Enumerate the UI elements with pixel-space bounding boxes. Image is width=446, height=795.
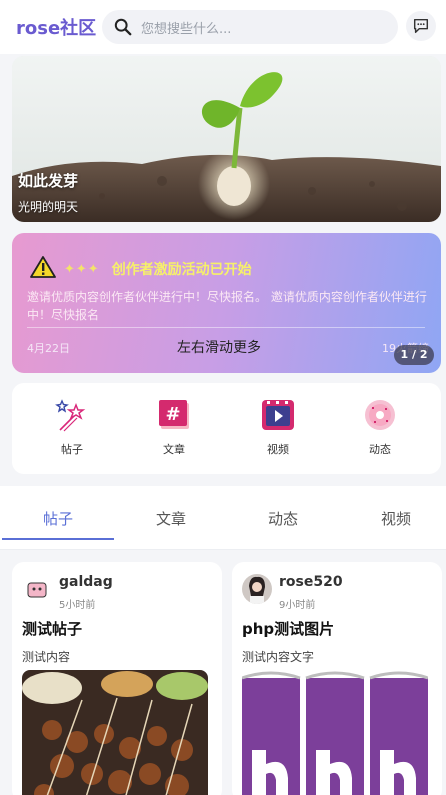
search-bar[interactable]: 您想搜些什么...	[102, 10, 398, 44]
notice-header: ✦✦✦ 创作者激励活动已开始	[30, 255, 252, 283]
sparkles-icon: ✦✦✦	[64, 261, 100, 277]
swipe-hint: 左右滑动更多	[177, 340, 261, 356]
message-icon	[413, 18, 429, 34]
notice-carousel[interactable]: ✦✦✦ 创作者激励活动已开始 邀请优质内容创作者伙伴进行中！尽快报名。 邀请优质…	[12, 233, 441, 373]
quick-nav-articles[interactable]: # 文章	[134, 397, 214, 457]
post-content: 测试内容	[22, 650, 71, 664]
notice-body: 邀请优质内容创作者伙伴进行中！尽快报名。 邀请优质内容创作者伙伴进行中！尽快报名	[27, 290, 427, 321]
post-image[interactable]	[242, 670, 428, 795]
stars-wand-icon	[55, 399, 86, 432]
notice-date: 4月22日	[27, 342, 70, 355]
svg-text:#: #	[165, 404, 180, 425]
app-logo[interactable]: rose社区	[16, 14, 102, 40]
post-title[interactable]: php测试图片	[242, 618, 334, 639]
post-time: 9小时前	[279, 600, 316, 611]
post-author[interactable]: galdag	[59, 574, 113, 590]
post-card[interactable]: rose520 9小时前 php测试图片 测试内容文字	[232, 562, 442, 795]
post-title[interactable]: 测试帖子	[22, 618, 82, 639]
hashtag-icon: #	[159, 400, 189, 429]
video-play-icon	[262, 400, 294, 430]
quick-nav-label: 文章	[163, 443, 185, 456]
quick-nav-posts[interactable]: 帖子	[32, 397, 112, 457]
tab-articles[interactable]: 文章	[121, 508, 221, 529]
page-indicator: 1 / 2	[394, 345, 434, 365]
top-header: rose社区 您想搜些什么...	[0, 0, 446, 54]
quick-nav: 帖子 # 文章 视频 动态	[12, 383, 441, 474]
quick-nav-label: 帖子	[61, 443, 83, 456]
notice-title: 创作者激励活动已开始	[111, 262, 252, 278]
divider	[0, 549, 446, 550]
message-button[interactable]	[406, 11, 436, 41]
tab-moments[interactable]: 动态	[233, 508, 333, 529]
active-tab-indicator	[2, 538, 114, 540]
quick-nav-videos[interactable]: 视频	[238, 397, 318, 457]
content-tabs: 帖子 文章 动态 视频	[0, 486, 446, 550]
tab-videos[interactable]: 视频	[346, 508, 446, 529]
avatar[interactable]	[22, 574, 52, 604]
post-author[interactable]: rose520	[279, 574, 343, 590]
donut-icon	[365, 400, 395, 430]
avatar[interactable]	[242, 574, 272, 604]
quick-nav-moments[interactable]: 动态	[340, 397, 420, 457]
divider	[27, 327, 425, 328]
post-content: 测试内容文字	[242, 650, 315, 664]
tab-posts[interactable]: 帖子	[8, 508, 108, 529]
post-image[interactable]	[22, 670, 208, 795]
warning-icon	[30, 255, 56, 283]
quick-nav-label: 视频	[267, 443, 289, 456]
banner-subtitle: 光明的明天	[18, 200, 79, 214]
post-card[interactable]: galdag 5小时前 测试帖子 测试内容	[12, 562, 222, 795]
hero-banner[interactable]: 如此发芽 光明的明天	[12, 56, 441, 222]
post-time: 5小时前	[59, 600, 96, 611]
search-placeholder: 您想搜些什么...	[141, 21, 232, 37]
search-icon	[114, 18, 132, 36]
banner-title: 如此发芽	[18, 172, 79, 190]
quick-nav-label: 动态	[369, 443, 391, 456]
